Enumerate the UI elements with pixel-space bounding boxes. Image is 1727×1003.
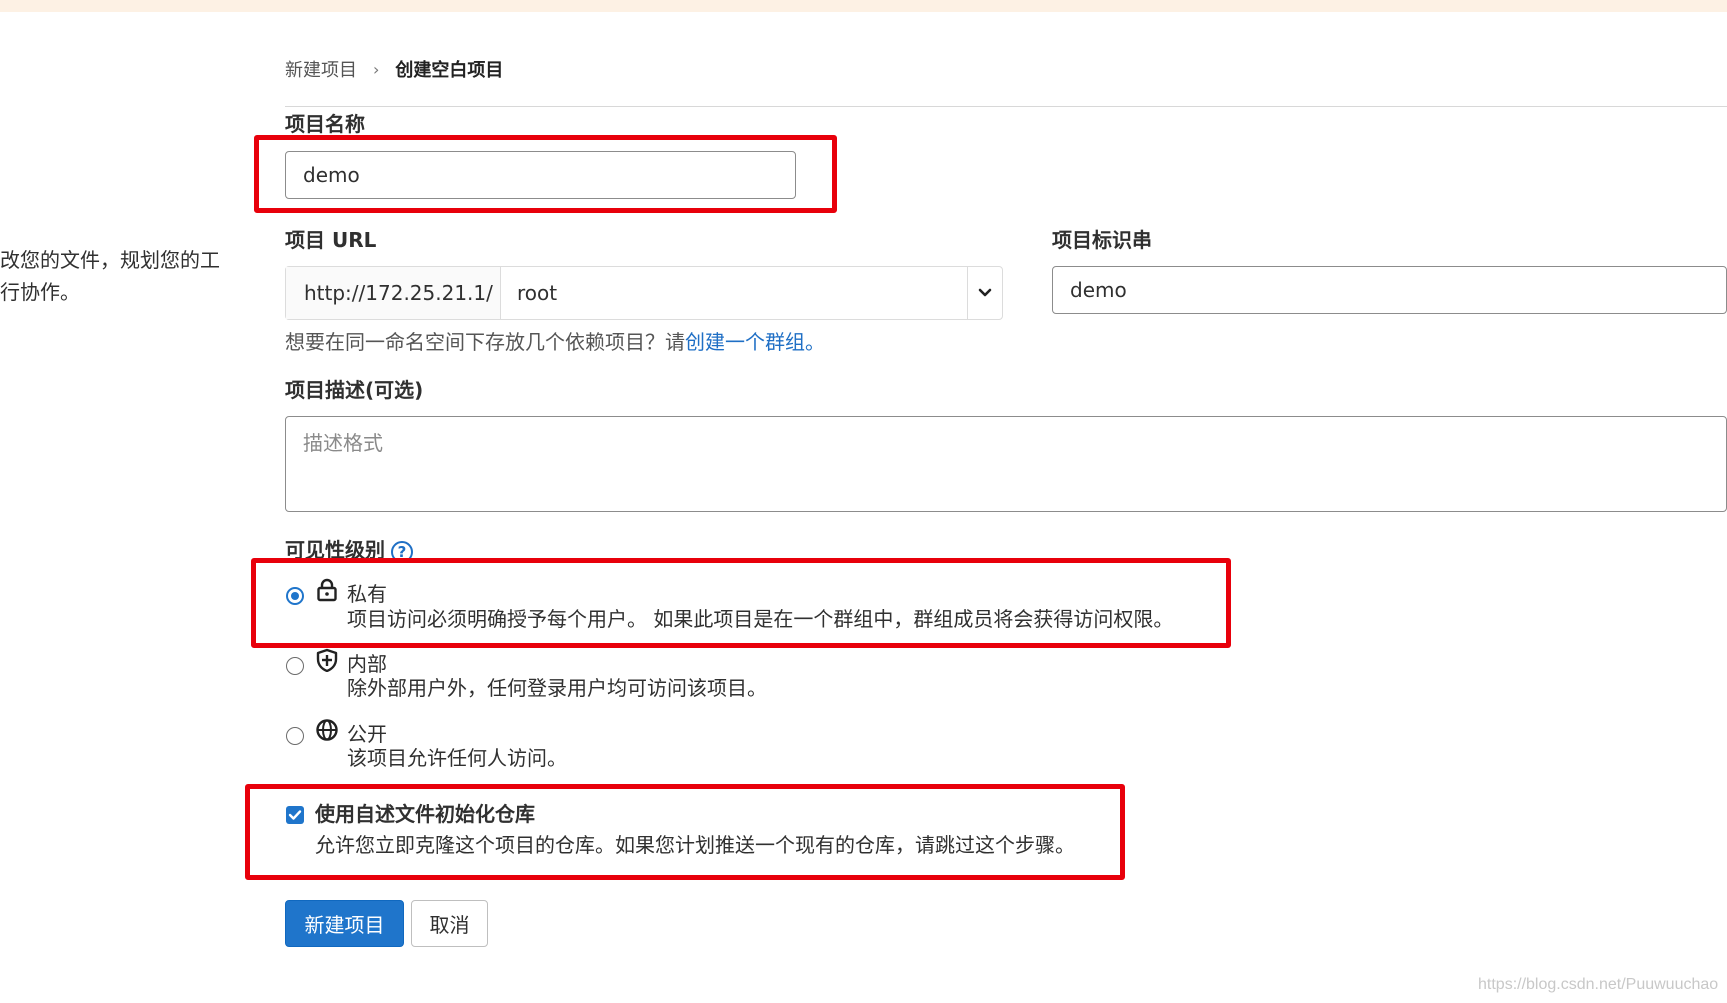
radio-public[interactable] <box>286 727 304 745</box>
project-name-label: 项目名称 <box>285 112 365 136</box>
chevron-down-icon <box>978 288 992 297</box>
breadcrumb-separator: › <box>373 59 380 79</box>
watermark: https://blog.csdn.net/Puuwuuchao <box>1478 976 1719 993</box>
visibility-public-desc: 该项目允许任何人访问。 <box>347 746 567 770</box>
create-group-link[interactable]: 创建一个群组。 <box>685 330 825 354</box>
top-banner <box>0 0 1727 12</box>
header-divider <box>285 106 1727 107</box>
highlight-project-name <box>254 135 837 213</box>
project-url-group: http://172.25.21.1/ root <box>285 266 1003 320</box>
breadcrumb-current: 创建空白项目 <box>395 60 504 81</box>
project-slug-value: demo <box>1070 278 1127 302</box>
project-url-prefix: http://172.25.21.1/ <box>286 267 501 319</box>
breadcrumb: 新建项目 › 创建空白项目 <box>285 56 503 82</box>
group-hint: 想要在同一命名空间下存放几个依赖项目？请创建一个群组。 <box>285 326 825 355</box>
description-label: 项目描述(可选) <box>285 378 424 402</box>
radio-internal[interactable] <box>286 657 304 675</box>
breadcrumb-new-project[interactable]: 新建项目 <box>285 56 357 82</box>
project-slug-label: 项目标识串 <box>1052 228 1152 252</box>
description-textarea[interactable]: 描述格式 <box>285 416 1727 512</box>
cancel-button[interactable]: 取消 <box>411 900 488 947</box>
namespace-dropdown-toggle[interactable] <box>967 267 1002 319</box>
group-hint-text: 想要在同一命名空间下存放几个依赖项目？请 <box>285 330 685 354</box>
sidebar-description-line2: 行协作。 <box>0 280 80 304</box>
project-slug-input[interactable]: demo <box>1052 266 1727 314</box>
globe-icon <box>316 719 338 741</box>
sidebar-description: 改您的文件，规划您的工 行协作。 <box>0 244 220 308</box>
sidebar-description-line1: 改您的文件，规划您的工 <box>0 248 220 272</box>
project-url-label: 项目 URL <box>285 228 377 252</box>
visibility-internal-desc: 除外部用户外，任何登录用户均可访问该项目。 <box>347 676 767 700</box>
shield-icon <box>316 648 338 672</box>
namespace-select[interactable]: root <box>501 267 967 319</box>
create-project-button[interactable]: 新建项目 <box>285 900 404 947</box>
highlight-init-readme <box>245 784 1125 880</box>
highlight-visibility-private <box>251 558 1231 648</box>
